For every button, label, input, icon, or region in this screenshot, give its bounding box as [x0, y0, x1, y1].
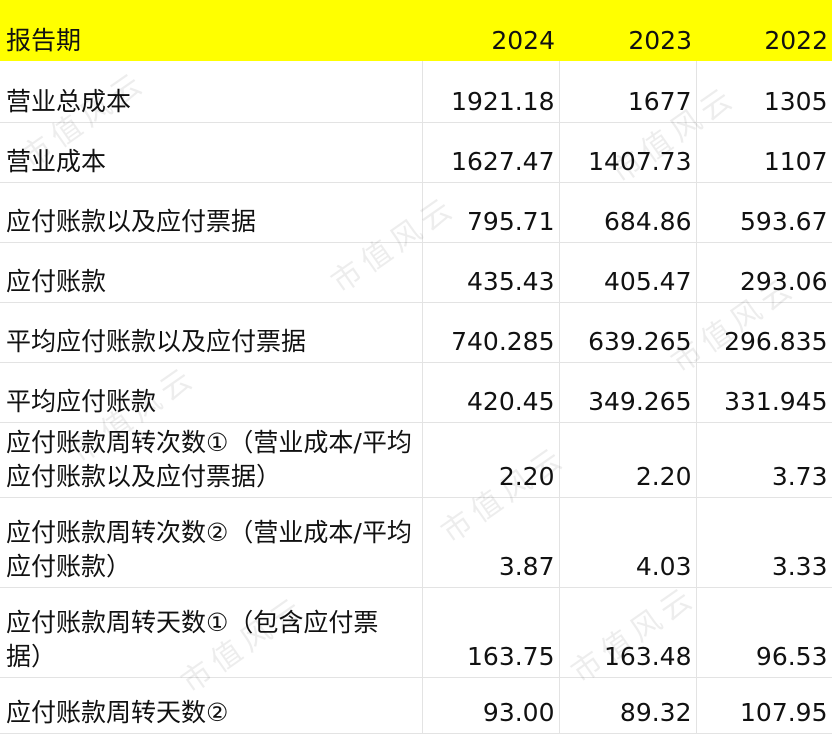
header-year-cell[interactable]: 2022: [696, 0, 832, 61]
value-cell[interactable]: 1107: [696, 122, 832, 183]
spreadsheet: 报告期 2024 2023 2022 营业总成本 1921.18 1677 13…: [0, 0, 832, 734]
table-row: 应付账款周转次数②（营业成本/平均应付账款） 3.87 4.03 3.33: [0, 497, 832, 588]
value-cell[interactable]: 163.48: [559, 587, 697, 678]
table-row: 应付账款周转天数② 93.00 89.32 107.95: [0, 677, 832, 734]
table-row: 应付账款 435.43 405.47 293.06: [0, 242, 832, 303]
value-cell[interactable]: 96.53: [696, 587, 832, 678]
row-label-cell[interactable]: 平均应付账款: [0, 362, 423, 423]
table-row: 应付账款以及应付票据 795.71 684.86 593.67: [0, 182, 832, 243]
value-cell[interactable]: 331.945: [696, 362, 832, 423]
table-row: 平均应付账款以及应付票据 740.285 639.265 296.835: [0, 302, 832, 363]
row-label-cell[interactable]: 应付账款以及应付票据: [0, 182, 423, 243]
value-cell[interactable]: 3.87: [422, 497, 560, 588]
value-cell[interactable]: 795.71: [422, 182, 560, 243]
value-cell[interactable]: 1921.18: [422, 61, 560, 123]
value-cell[interactable]: 93.00: [422, 677, 560, 734]
value-cell[interactable]: 420.45: [422, 362, 560, 423]
value-cell[interactable]: 740.285: [422, 302, 560, 363]
table-row: 应付账款周转天数①（包含应付票据） 163.75 163.48 96.53: [0, 587, 832, 678]
table-row: 营业总成本 1921.18 1677 1305: [0, 61, 832, 123]
row-label-cell[interactable]: 营业成本: [0, 122, 423, 183]
value-cell[interactable]: 684.86: [559, 182, 697, 243]
table-row: 平均应付账款 420.45 349.265 331.945: [0, 362, 832, 423]
row-label-cell[interactable]: 应付账款周转次数①（营业成本/平均应付账款以及应付票据）: [0, 422, 423, 498]
value-cell[interactable]: 107.95: [696, 677, 832, 734]
row-label-cell[interactable]: 营业总成本: [0, 61, 423, 123]
header-year-cell[interactable]: 2023: [559, 0, 696, 61]
value-cell[interactable]: 293.06: [696, 242, 832, 303]
header-row: 报告期 2024 2023 2022: [0, 0, 832, 61]
value-cell[interactable]: 1305: [696, 61, 832, 123]
value-cell[interactable]: 2.20: [559, 422, 697, 498]
value-cell[interactable]: 1677: [559, 61, 697, 123]
value-cell[interactable]: 593.67: [696, 182, 832, 243]
value-cell[interactable]: 4.03: [559, 497, 697, 588]
value-cell[interactable]: 1627.47: [422, 122, 560, 183]
value-cell[interactable]: 163.75: [422, 587, 560, 678]
value-cell[interactable]: 296.835: [696, 302, 832, 363]
row-label-cell[interactable]: 平均应付账款以及应付票据: [0, 302, 423, 363]
table-row: 营业成本 1627.47 1407.73 1107: [0, 122, 832, 183]
value-cell[interactable]: 3.33: [696, 497, 832, 588]
value-cell[interactable]: 435.43: [422, 242, 560, 303]
value-cell[interactable]: 349.265: [559, 362, 697, 423]
value-cell[interactable]: 89.32: [559, 677, 697, 734]
value-cell[interactable]: 405.47: [559, 242, 697, 303]
row-label-cell[interactable]: 应付账款周转次数②（营业成本/平均应付账款）: [0, 497, 423, 588]
value-cell[interactable]: 2.20: [422, 422, 560, 498]
header-year-cell[interactable]: 2024: [422, 0, 559, 61]
value-cell[interactable]: 639.265: [559, 302, 697, 363]
header-label-cell[interactable]: 报告期: [0, 0, 422, 61]
row-label-cell[interactable]: 应付账款: [0, 242, 423, 303]
table-row: 应付账款周转次数①（营业成本/平均应付账款以及应付票据） 2.20 2.20 3…: [0, 422, 832, 498]
value-cell[interactable]: 1407.73: [559, 122, 697, 183]
value-cell[interactable]: 3.73: [696, 422, 832, 498]
row-label-cell[interactable]: 应付账款周转天数①（包含应付票据）: [0, 587, 423, 678]
financial-table: 报告期 2024 2023 2022 营业总成本 1921.18 1677 13…: [0, 0, 832, 734]
row-label-cell[interactable]: 应付账款周转天数②: [0, 677, 423, 734]
